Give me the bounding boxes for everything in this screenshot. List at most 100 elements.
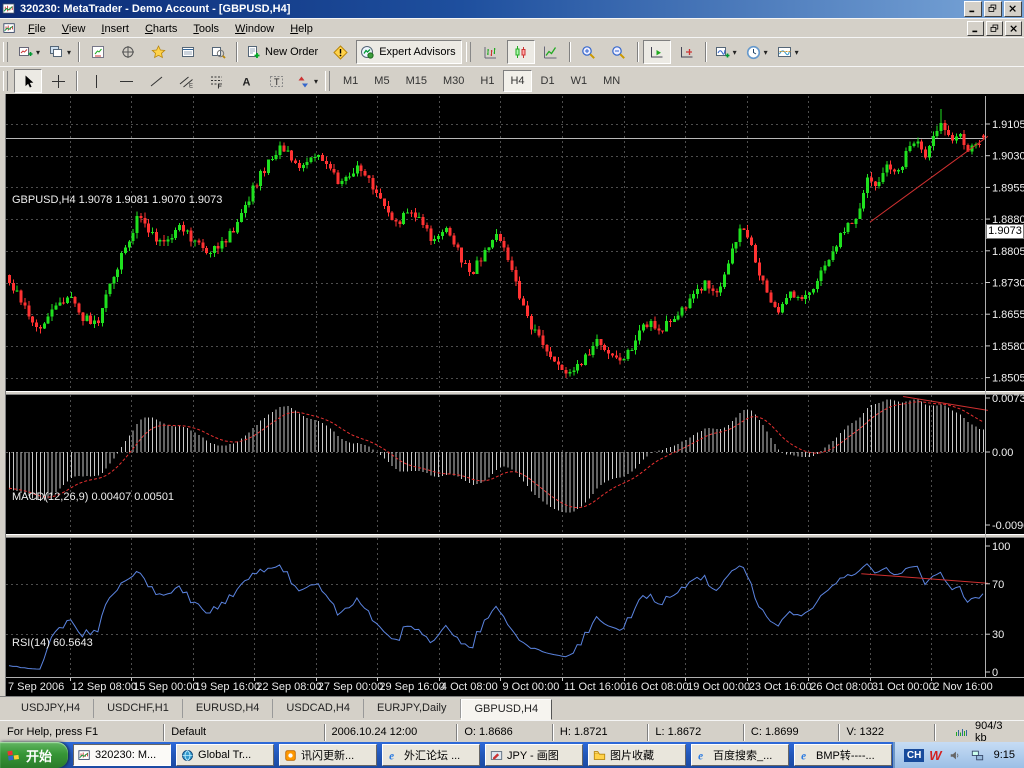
globe-icon — [180, 748, 195, 763]
vertical-line-button[interactable] — [82, 69, 110, 93]
start-button[interactable]: 开始 — [0, 742, 68, 768]
task-button-1[interactable]: Global Tr... — [176, 744, 274, 766]
dropdown-arrow-icon: ▾ — [795, 48, 799, 57]
svg-text:16 Oct 08:00: 16 Oct 08:00 — [626, 681, 689, 693]
child-close-button[interactable] — [1005, 21, 1022, 36]
network-icon[interactable] — [969, 747, 986, 764]
ie-icon: e — [798, 748, 813, 763]
navigator-icon — [150, 44, 167, 61]
menu-file[interactable]: File — [20, 21, 54, 37]
task-button-2[interactable]: 讯闪更新... — [279, 744, 377, 766]
timeframe-w1[interactable]: W1 — [564, 70, 595, 92]
status-bar: For Help, press F1Default2006.10.24 12:0… — [0, 720, 1024, 743]
line-chart-mode-button[interactable] — [537, 40, 565, 64]
svg-text:1.9030: 1.9030 — [992, 151, 1024, 163]
svg-text:29 Sep 16:00: 29 Sep 16:00 — [379, 681, 444, 693]
svg-text:E: E — [189, 83, 193, 89]
templates-button[interactable]: ▾ — [773, 40, 802, 64]
taskbar-tasks: 320230: M... Global Tr...讯闪更新...e外汇论坛 ...… — [68, 744, 892, 766]
arrows-button[interactable]: ▾ — [292, 69, 321, 93]
text-label-button[interactable]: A — [232, 69, 260, 93]
minimize-button[interactable] — [964, 1, 982, 17]
vline-icon — [88, 73, 105, 90]
close-button[interactable] — [1004, 1, 1022, 17]
maxthon-tray-icon[interactable]: W — [929, 748, 941, 763]
svg-text:100: 100 — [992, 541, 1010, 553]
tab-eurjpy-daily[interactable]: EURJPY,Daily — [364, 699, 461, 718]
menu-insert[interactable]: Insert — [93, 21, 137, 37]
bar-chart-mode-button[interactable] — [477, 40, 505, 64]
expert-advisors-icon — [359, 44, 376, 61]
ime-indicator[interactable]: CH — [904, 749, 924, 762]
svg-text:F: F — [217, 83, 222, 89]
tab-usdjpy-h4[interactable]: USDJPY,H4 — [8, 699, 94, 718]
task-button-0[interactable]: 320230: M... — [73, 744, 171, 766]
task-label: 320230: M... — [95, 749, 156, 761]
chart-canvas[interactable]: 1.91051.90301.89551.88801.88051.87301.86… — [0, 94, 1024, 696]
start-label: 开始 — [26, 746, 52, 765]
child-restore-button[interactable] — [986, 21, 1003, 36]
data-window-button[interactable] — [114, 40, 142, 64]
candlestick-mode-button[interactable] — [507, 40, 535, 64]
new-order-button[interactable]: New Order — [242, 40, 324, 64]
metaeditor-warning-button[interactable] — [326, 40, 354, 64]
timeframe-h1[interactable]: H1 — [473, 70, 501, 92]
timeframe-d1[interactable]: D1 — [534, 70, 562, 92]
menu-help[interactable]: Help — [282, 21, 321, 37]
svg-text:26 Oct 08:00: 26 Oct 08:00 — [810, 681, 873, 693]
tab-gbpusd-h4[interactable]: GBPUSD,H4 — [461, 699, 553, 720]
terminal-button[interactable] — [174, 40, 202, 64]
fibonacci-button[interactable]: F — [202, 69, 230, 93]
restore-button[interactable] — [984, 1, 1002, 17]
shapes-icon — [295, 73, 312, 90]
task-button-5[interactable]: 图片收藏 — [588, 744, 686, 766]
mt4-icon — [77, 748, 92, 763]
horizontal-line-button[interactable] — [112, 69, 140, 93]
paint-icon — [489, 748, 504, 763]
menu-view[interactable]: View — [54, 21, 94, 37]
task-button-3[interactable]: e外汇论坛 ... — [382, 744, 480, 766]
task-button-4[interactable]: JPY - 画图 — [485, 744, 583, 766]
tab-usdchf-h1[interactable]: USDCHF,H1 — [94, 699, 183, 718]
toolbar-separator — [637, 42, 639, 62]
indicators-button[interactable]: ▾ — [711, 40, 740, 64]
menu-tools[interactable]: Tools — [185, 21, 227, 37]
timeframe-mn[interactable]: MN — [596, 70, 627, 92]
auto-scroll-button[interactable] — [643, 40, 671, 64]
zoom-in-button[interactable] — [575, 40, 603, 64]
strategy-tester-button[interactable] — [204, 40, 232, 64]
expert-advisors-button[interactable]: Expert Advisors — [356, 40, 461, 64]
timeframe-m30[interactable]: M30 — [436, 70, 471, 92]
menu-window[interactable]: Window — [227, 21, 282, 37]
tab-eurusd-h4[interactable]: EURUSD,H4 — [183, 699, 274, 718]
trendline-button[interactable] — [142, 69, 170, 93]
tab-usdcad-h4[interactable]: USDCAD,H4 — [273, 699, 364, 718]
profiles-button[interactable]: ▾ — [45, 40, 74, 64]
warning-icon — [332, 44, 349, 61]
chart-shift-button[interactable] — [673, 40, 701, 64]
timeframe-m5[interactable]: M5 — [367, 70, 396, 92]
indicators-icon — [714, 44, 731, 61]
text-box-button[interactable]: T — [262, 69, 290, 93]
timeframe-m15[interactable]: M15 — [399, 70, 434, 92]
zoom-out-button[interactable] — [605, 40, 633, 64]
system-tray: CH W 9:15 — [893, 742, 1024, 768]
cursor-button[interactable] — [14, 69, 42, 93]
child-minimize-button[interactable] — [967, 21, 984, 36]
timeframe-m1[interactable]: M1 — [336, 70, 365, 92]
channel-icon: E — [178, 73, 195, 90]
current-price-badge: 1.9073 — [986, 224, 1024, 239]
equidistant-channel-button[interactable]: E — [172, 69, 200, 93]
timeframe-h4[interactable]: H4 — [503, 70, 531, 92]
traffic-bars-icon — [955, 725, 969, 740]
crosshair-button[interactable] — [44, 69, 72, 93]
periods-button[interactable]: ▾ — [742, 40, 771, 64]
new-chart-button[interactable]: ▾ — [14, 40, 43, 64]
navigator-button[interactable] — [144, 40, 172, 64]
svg-text:1.9105: 1.9105 — [992, 119, 1024, 131]
menu-charts[interactable]: Charts — [137, 21, 185, 37]
task-button-6[interactable]: e百度搜索_... — [691, 744, 789, 766]
volume-icon[interactable] — [947, 747, 964, 764]
market-watch-button[interactable] — [84, 40, 112, 64]
task-button-7[interactable]: eBMP转----... — [794, 744, 892, 766]
